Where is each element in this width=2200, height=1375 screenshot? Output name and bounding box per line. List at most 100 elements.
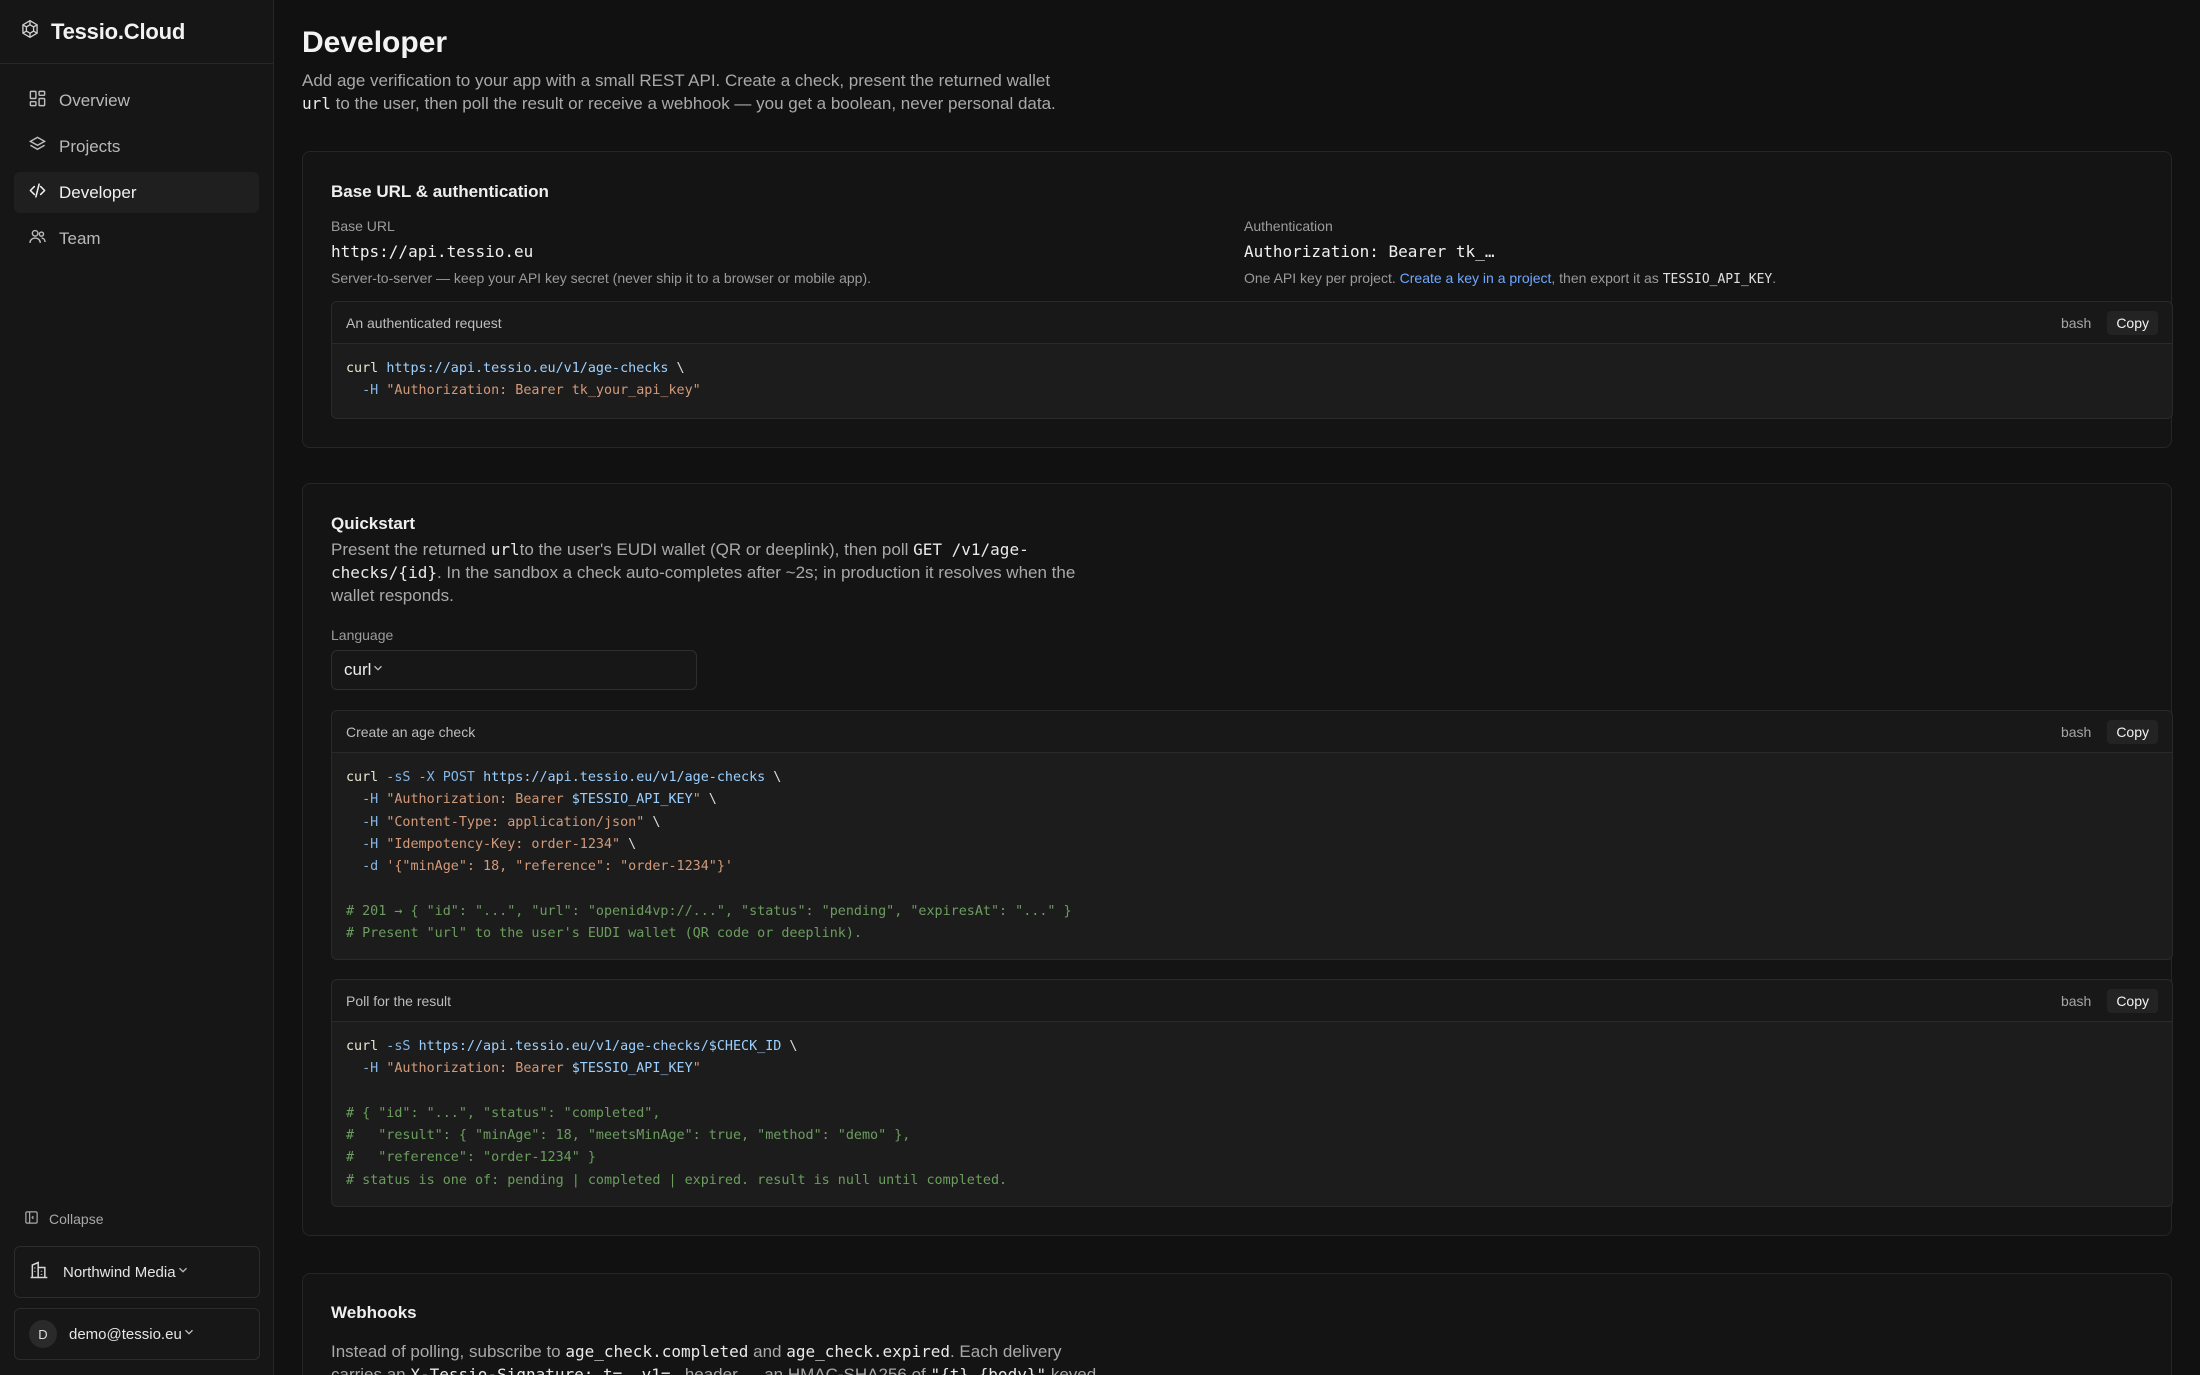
sidebar-item-developer[interactable]: Developer [14,172,259,213]
code-comment: # Present "url" to the user's EUDI walle… [346,926,862,942]
code-token: curl [346,770,379,785]
building-icon [29,1260,63,1284]
wh-code: X-Tessio-Signature: t=…,v1=… [410,1365,681,1375]
code-block-create-check: Create an age check bash Copy curl -sS -… [331,710,2173,960]
code-token: -H [362,836,379,852]
sidebar-collapse-icon [24,1210,49,1228]
webhooks-description: Instead of polling, subscribe to age_che… [331,1340,1151,1375]
copy-button[interactable]: Copy [2107,310,2158,335]
code-token: -H [362,792,379,808]
code-token: \ [781,1039,798,1054]
collapse-button[interactable]: Collapse [24,1210,103,1228]
code-token: https://api.tessio.eu/v1/age-checks [386,361,669,376]
code-comment: # 201 → { "id": "...", "url": "openid4vp… [346,903,1072,919]
auth-value: Authorization: Bearer tk_… [1244,242,1495,261]
org-switcher[interactable]: Northwind Media [14,1246,260,1298]
create-key-link[interactable]: Create a key in a project [1400,270,1552,286]
code-token: -H [362,383,379,399]
sidebar: Tessio.Cloud Overview Projects Developer… [0,0,274,1375]
code-block-header: An authenticated request bash Copy [332,302,2172,344]
qs-text: . In the sandbox a check auto-completes … [331,563,1076,605]
brand[interactable]: Tessio.Cloud [0,0,273,64]
collapse-label: Collapse [49,1211,104,1227]
code-comment: # "result": { "minAge": 18, "meetsMinAge… [346,1128,911,1144]
page-desc-code: url [302,94,331,113]
base-url-card: Base URL & authentication Base URL https… [302,151,2173,448]
brand-name: Tessio.Cloud [51,18,186,44]
code-token: \ [620,836,637,852]
code-token: \ [668,361,685,376]
auth-hint-text: . [1772,270,1777,286]
code-comment: # "reference": "order-1234" } [346,1150,596,1166]
base-url-hint: Server-to-server — keep your API key sec… [331,270,871,286]
language-value: curl [344,660,372,679]
sidebar-item-team[interactable]: Team [14,218,259,259]
code-token: \ [644,814,661,830]
card-title: Webhooks [331,1303,417,1322]
code-language-badge: bash [2060,314,2092,331]
code-token: -H [362,1061,379,1077]
users-icon [28,227,59,251]
user-menu[interactable]: D demo@tessio.eu [14,1308,260,1360]
chevron-down-icon [182,1325,196,1343]
webhooks-card: Webhooks Instead of polling, subscribe t… [302,1273,2172,1375]
code-block-title: Create an age check [346,723,476,740]
copy-button[interactable]: Copy [2107,719,2158,744]
code-language-badge: bash [2060,723,2092,740]
page-description: Add age verification to your app with a … [302,69,1102,115]
code-token: "Idempotency-Key: order-1234" [386,836,621,852]
code-icon [28,181,59,205]
code-content[interactable]: curl -sS https://api.tessio.eu/v1/age-ch… [332,1022,2172,1206]
auth-hint-text: , then export it as [1551,270,1663,286]
sidebar-item-label: Projects [59,136,121,156]
code-token: $TESSIO_API_KEY [571,1061,693,1077]
code-block-poll-result: Poll for the result bash Copy curl -sS h… [331,979,2173,1207]
user-email: demo@tessio.eu [69,1325,182,1343]
code-token: curl [346,1039,379,1054]
code-block-auth-request: An authenticated request bash Copy curl … [331,301,2173,419]
avatar: D [29,1320,57,1348]
chevron-down-icon [176,1263,190,1281]
grid-icon [28,89,59,113]
copy-button[interactable]: Copy [2107,988,2158,1013]
wh-text: Instead of polling, subscribe to [331,1342,566,1361]
base-url-value: https://api.tessio.eu [331,242,534,261]
code-token: "Content-Type: application/json" [386,814,645,830]
wh-code: age_check.expired [786,1342,950,1361]
code-content[interactable]: curl -sS -X POST https://api.tessio.eu/v… [332,753,2172,959]
card-title: Base URL & authentication [331,182,549,201]
code-token: "Authorization: Bearer tk_your_api_key" [386,383,701,399]
quickstart-card: Quickstart Present the returned urlto th… [302,483,2173,1236]
code-token: " [692,792,701,808]
code-token: '{"minAge": 18, "reference": "order-1234… [386,859,733,875]
layers-icon [28,135,59,159]
code-token: \ [700,792,717,808]
code-token: https://api.tessio.eu/v1/age-checks/$CHE… [418,1039,782,1054]
wh-text: and [748,1342,787,1361]
wh-code: "{t}.{body}" [930,1365,1047,1375]
code-content[interactable]: curl https://api.tessio.eu/v1/age-checks… [332,344,2172,417]
qs-text: to the user's EUDI wallet (QR or deeplin… [519,540,914,559]
code-block-header: Create an age check bash Copy [332,711,2172,753]
code-block-title: An authenticated request [346,314,502,331]
code-token: -sS [378,1039,419,1054]
wh-text: keyed [1046,1365,1097,1375]
sidebar-item-label: Team [59,228,101,248]
language-select[interactable]: curl [331,650,697,690]
sidebar-nav: Overview Projects Developer Team [0,64,273,280]
wh-code: age_check.completed [565,1342,749,1361]
base-url-label: Base URL [331,218,395,234]
auth-block: Authentication Authorization: Bearer tk_… [1244,218,1776,287]
sidebar-item-projects[interactable]: Projects [14,126,259,167]
main-content: Developer Add age verification to your a… [275,0,2200,1375]
sidebar-item-label: Developer [59,182,137,202]
language-label: Language [331,627,394,643]
code-block-header: Poll for the result bash Copy [332,980,2172,1022]
sidebar-item-overview[interactable]: Overview [14,80,259,121]
page-title: Developer [302,26,448,59]
code-token: https://api.tessio.eu/v1/age-checks [483,770,766,785]
auth-label: Authentication [1244,218,1333,234]
qs-code: url [490,540,520,559]
auth-hint: One API key per project. Create a key in… [1244,270,1776,287]
code-token: -sS -X POST [378,770,484,785]
